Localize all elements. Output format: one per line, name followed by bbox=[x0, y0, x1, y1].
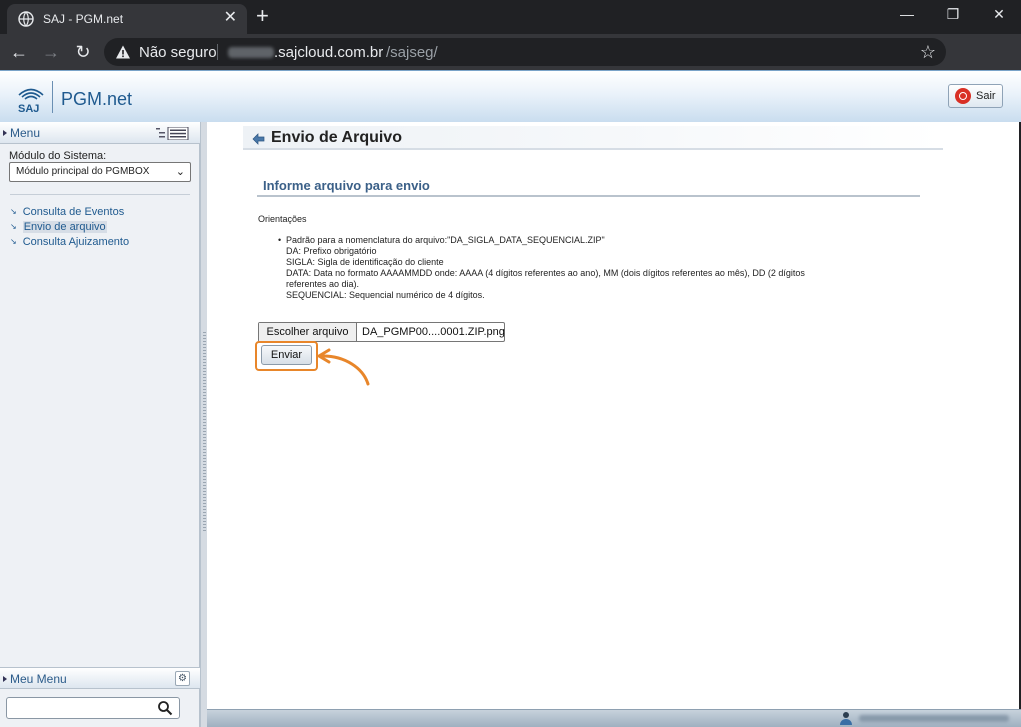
arrow-icon: ↘ bbox=[10, 222, 17, 231]
browser-tab[interactable]: SAJ - PGM.net ✕ bbox=[7, 4, 247, 34]
sidebar-item-envio-arquivo[interactable]: ↘ Envio de arquivo bbox=[10, 221, 107, 233]
menu-header[interactable]: Menu bbox=[0, 122, 200, 144]
window-restore-button[interactable]: ❐ bbox=[941, 6, 965, 23]
forward-arrow-icon[interactable]: → bbox=[41, 42, 61, 62]
guide-line: Padrão para a nomenclatura do arquivo:"D… bbox=[286, 235, 605, 245]
logout-button[interactable]: Sair bbox=[948, 84, 1003, 108]
main-content: Envio de Arquivo Informe arquivo para en… bbox=[207, 122, 1019, 727]
sidebar-divider bbox=[10, 194, 190, 195]
browser-toolbar: ← → ↻ Não seguro .sajcloud.com.br /sajse… bbox=[0, 34, 1021, 97]
sidebar-item-label: Consulta de Eventos bbox=[22, 206, 125, 218]
guide-line: referentes ao dia). bbox=[286, 279, 360, 289]
module-selected-value: Módulo principal do PGMBOX bbox=[16, 166, 150, 177]
menu-title: Menu bbox=[10, 126, 41, 140]
app-header: SAJ PGM.net Sair bbox=[0, 70, 1021, 122]
warning-icon bbox=[116, 45, 130, 59]
arrow-icon: ↘ bbox=[10, 237, 17, 246]
sidebar-item-consulta-eventos[interactable]: ↘ Consulta de Eventos bbox=[10, 206, 124, 218]
expand-triangle-icon bbox=[3, 130, 7, 136]
security-label[interactable]: Não seguro bbox=[139, 44, 217, 61]
guide-line: SIGLA: Sigla de identificação do cliente bbox=[286, 257, 444, 267]
selected-file-name: DA_PGMP00....0001.ZIP.png bbox=[362, 326, 505, 338]
redacted-user-info bbox=[859, 715, 1009, 722]
tab-close-icon[interactable]: ✕ bbox=[224, 9, 237, 27]
my-menu-header[interactable]: Meu Menu ⚙ bbox=[0, 667, 200, 689]
bullet-icon: • bbox=[278, 235, 282, 245]
naming-guidelines: • Padrão para a nomenclatura do arquivo:… bbox=[278, 235, 906, 301]
module-label: Módulo do Sistema: bbox=[9, 150, 107, 162]
chevron-down-icon: ⌄ bbox=[175, 166, 185, 178]
sidebar-item-label: Consulta Ajuizamento bbox=[22, 236, 130, 248]
logout-label: Sair bbox=[976, 90, 996, 102]
file-input[interactable]: Escolher arquivo DA_PGMP00....0001.ZIP.p… bbox=[258, 322, 505, 342]
section-divider bbox=[257, 195, 920, 197]
pointer-arrow-icon bbox=[317, 348, 370, 386]
redacted-subdomain bbox=[228, 47, 274, 58]
saj-logo-icon: SAJ bbox=[18, 88, 44, 114]
choose-file-button[interactable]: Escolher arquivo bbox=[259, 323, 357, 341]
my-menu-title: Meu Menu bbox=[10, 672, 67, 686]
guide-line: SEQUENCIAL: Sequencial numérico de 4 díg… bbox=[286, 290, 485, 300]
status-bar bbox=[207, 709, 1021, 727]
bookmark-star-icon[interactable]: ☆ bbox=[920, 42, 936, 63]
address-separator bbox=[217, 44, 218, 60]
page-title: Envio de Arquivo bbox=[271, 129, 402, 146]
reload-icon[interactable]: ↻ bbox=[73, 42, 93, 62]
new-tab-button[interactable]: + bbox=[256, 5, 269, 27]
back-arrow-icon[interactable] bbox=[252, 133, 265, 145]
guide-line: DA: Prefixo obrigatório bbox=[286, 246, 377, 256]
module-select[interactable]: Módulo principal do PGMBOX ⌄ bbox=[9, 162, 191, 182]
window-close-button[interactable]: ✕ bbox=[987, 6, 1011, 23]
window-minimize-button[interactable]: — bbox=[895, 6, 919, 22]
sidebar: Menu Módulo do Sistema: Módulo principal… bbox=[0, 122, 200, 727]
app-name: PGM.net bbox=[61, 89, 133, 109]
browser-tab-bar: SAJ - PGM.net ✕ + — ❐ ✕ bbox=[0, 0, 1021, 34]
svg-text:SAJ: SAJ bbox=[18, 103, 39, 114]
logo-divider bbox=[52, 81, 53, 113]
tab-title: SAJ - PGM.net bbox=[43, 12, 124, 26]
user-icon bbox=[840, 712, 852, 725]
menu-search-input[interactable] bbox=[6, 697, 180, 719]
orientations-label: Orientações bbox=[258, 214, 307, 224]
list-view-icon[interactable] bbox=[156, 127, 190, 140]
search-icon[interactable] bbox=[157, 700, 173, 716]
url-host: .sajcloud.com.br bbox=[274, 44, 384, 61]
address-bar[interactable]: Não seguro .sajcloud.com.br /sajseg/ ☆ bbox=[104, 38, 946, 66]
submit-button[interactable]: Enviar bbox=[261, 345, 312, 365]
expand-triangle-icon bbox=[3, 676, 7, 682]
splitter-grip bbox=[203, 332, 206, 532]
url-path: /sajseg/ bbox=[386, 44, 438, 61]
globe-icon bbox=[18, 11, 34, 27]
guide-line: DATA: Data no formato AAAAMMDD onde: AAA… bbox=[286, 268, 805, 278]
page-title-bar: Envio de Arquivo bbox=[243, 126, 943, 150]
section-title: Informe arquivo para envio bbox=[263, 178, 430, 193]
sidebar-item-consulta-ajuizamento[interactable]: ↘ Consulta Ajuizamento bbox=[10, 236, 129, 248]
arrow-icon: ↘ bbox=[10, 207, 17, 216]
sidebar-splitter[interactable] bbox=[200, 122, 207, 727]
power-icon bbox=[955, 88, 971, 104]
sidebar-item-label: Envio de arquivo bbox=[22, 221, 107, 233]
back-arrow-icon[interactable]: ← bbox=[9, 42, 29, 62]
my-menu-settings-icon[interactable]: ⚙ bbox=[175, 671, 190, 686]
